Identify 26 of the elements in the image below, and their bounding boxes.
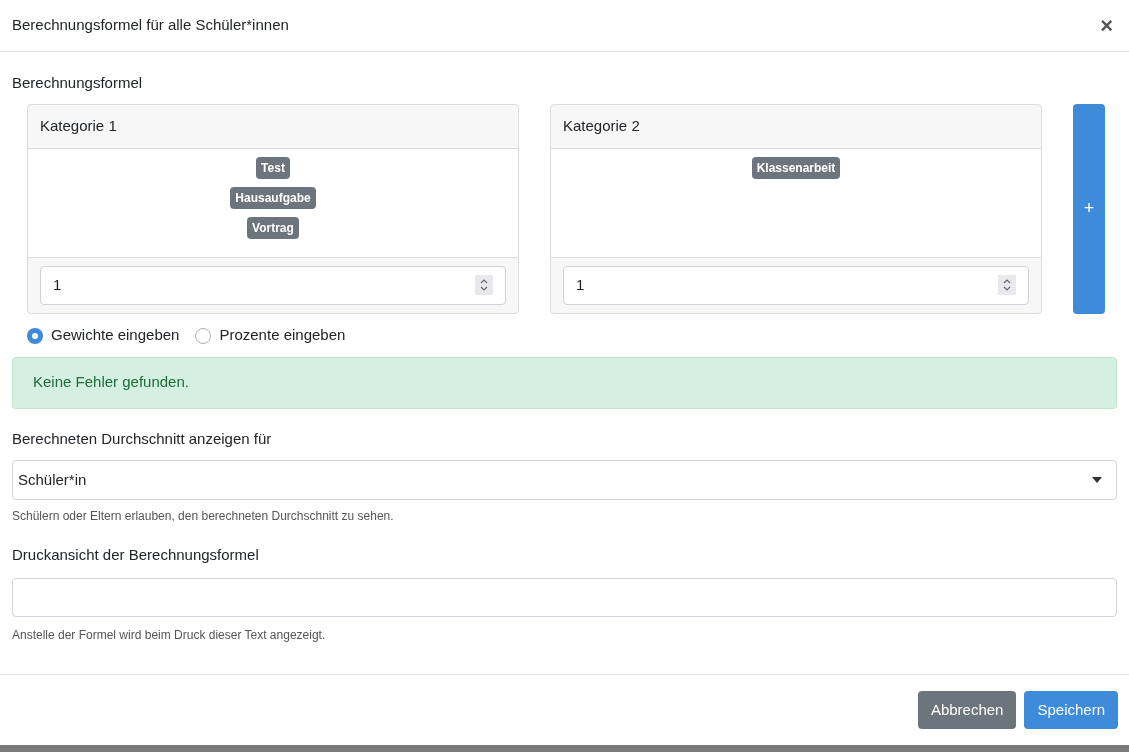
close-button[interactable]: ×	[1096, 14, 1117, 37]
success-alert: Keine Fehler gefunden.	[12, 356, 1117, 409]
save-button[interactable]: Speichern	[1024, 691, 1118, 730]
mode-radio[interactable]: Gewichte eingeben	[27, 324, 180, 347]
spinner-icon[interactable]	[998, 275, 1016, 295]
field-label: Berechneten Durchschnitt anzeigen für	[12, 428, 273, 449]
tag-badge[interactable]: Klassenarbeit	[751, 156, 841, 179]
tag-badge[interactable]: Hausaufgabe	[230, 186, 316, 209]
help-text: Anstelle der Formel wird beim Druck dieser Text angezeigt.	[12, 626, 327, 644]
cancel-button[interactable]: Abbrechen	[917, 691, 1017, 730]
field-label: Druckansicht der Berechnungsformel	[12, 545, 260, 565]
mode-radio[interactable]: Prozente eingeben	[195, 324, 346, 347]
weight-field[interactable]: 1	[563, 265, 1029, 305]
visibility-select[interactable]: Schüler*in	[12, 460, 1117, 500]
weight-field[interactable]: 1	[40, 265, 506, 305]
tag-badge[interactable]: Test	[256, 156, 290, 179]
print-text-field[interactable]	[12, 577, 1117, 617]
add-category-button[interactable]: +	[1073, 103, 1105, 314]
help-text: Schülern oder Eltern erlauben, den berechneten Durchschnitt zu sehen.	[12, 508, 395, 525]
caret-icon	[1092, 477, 1102, 483]
spinner-icon[interactable]	[475, 275, 493, 295]
dialog-title: Berechnungsformel für alle Schüler*innen	[12, 15, 289, 36]
category-title: Kategorie 2	[551, 104, 1041, 149]
category-title: Kategorie 1	[28, 104, 518, 149]
tag-badge[interactable]: Vortrag	[247, 216, 299, 239]
section-label: Berechnungsformel	[12, 73, 144, 93]
